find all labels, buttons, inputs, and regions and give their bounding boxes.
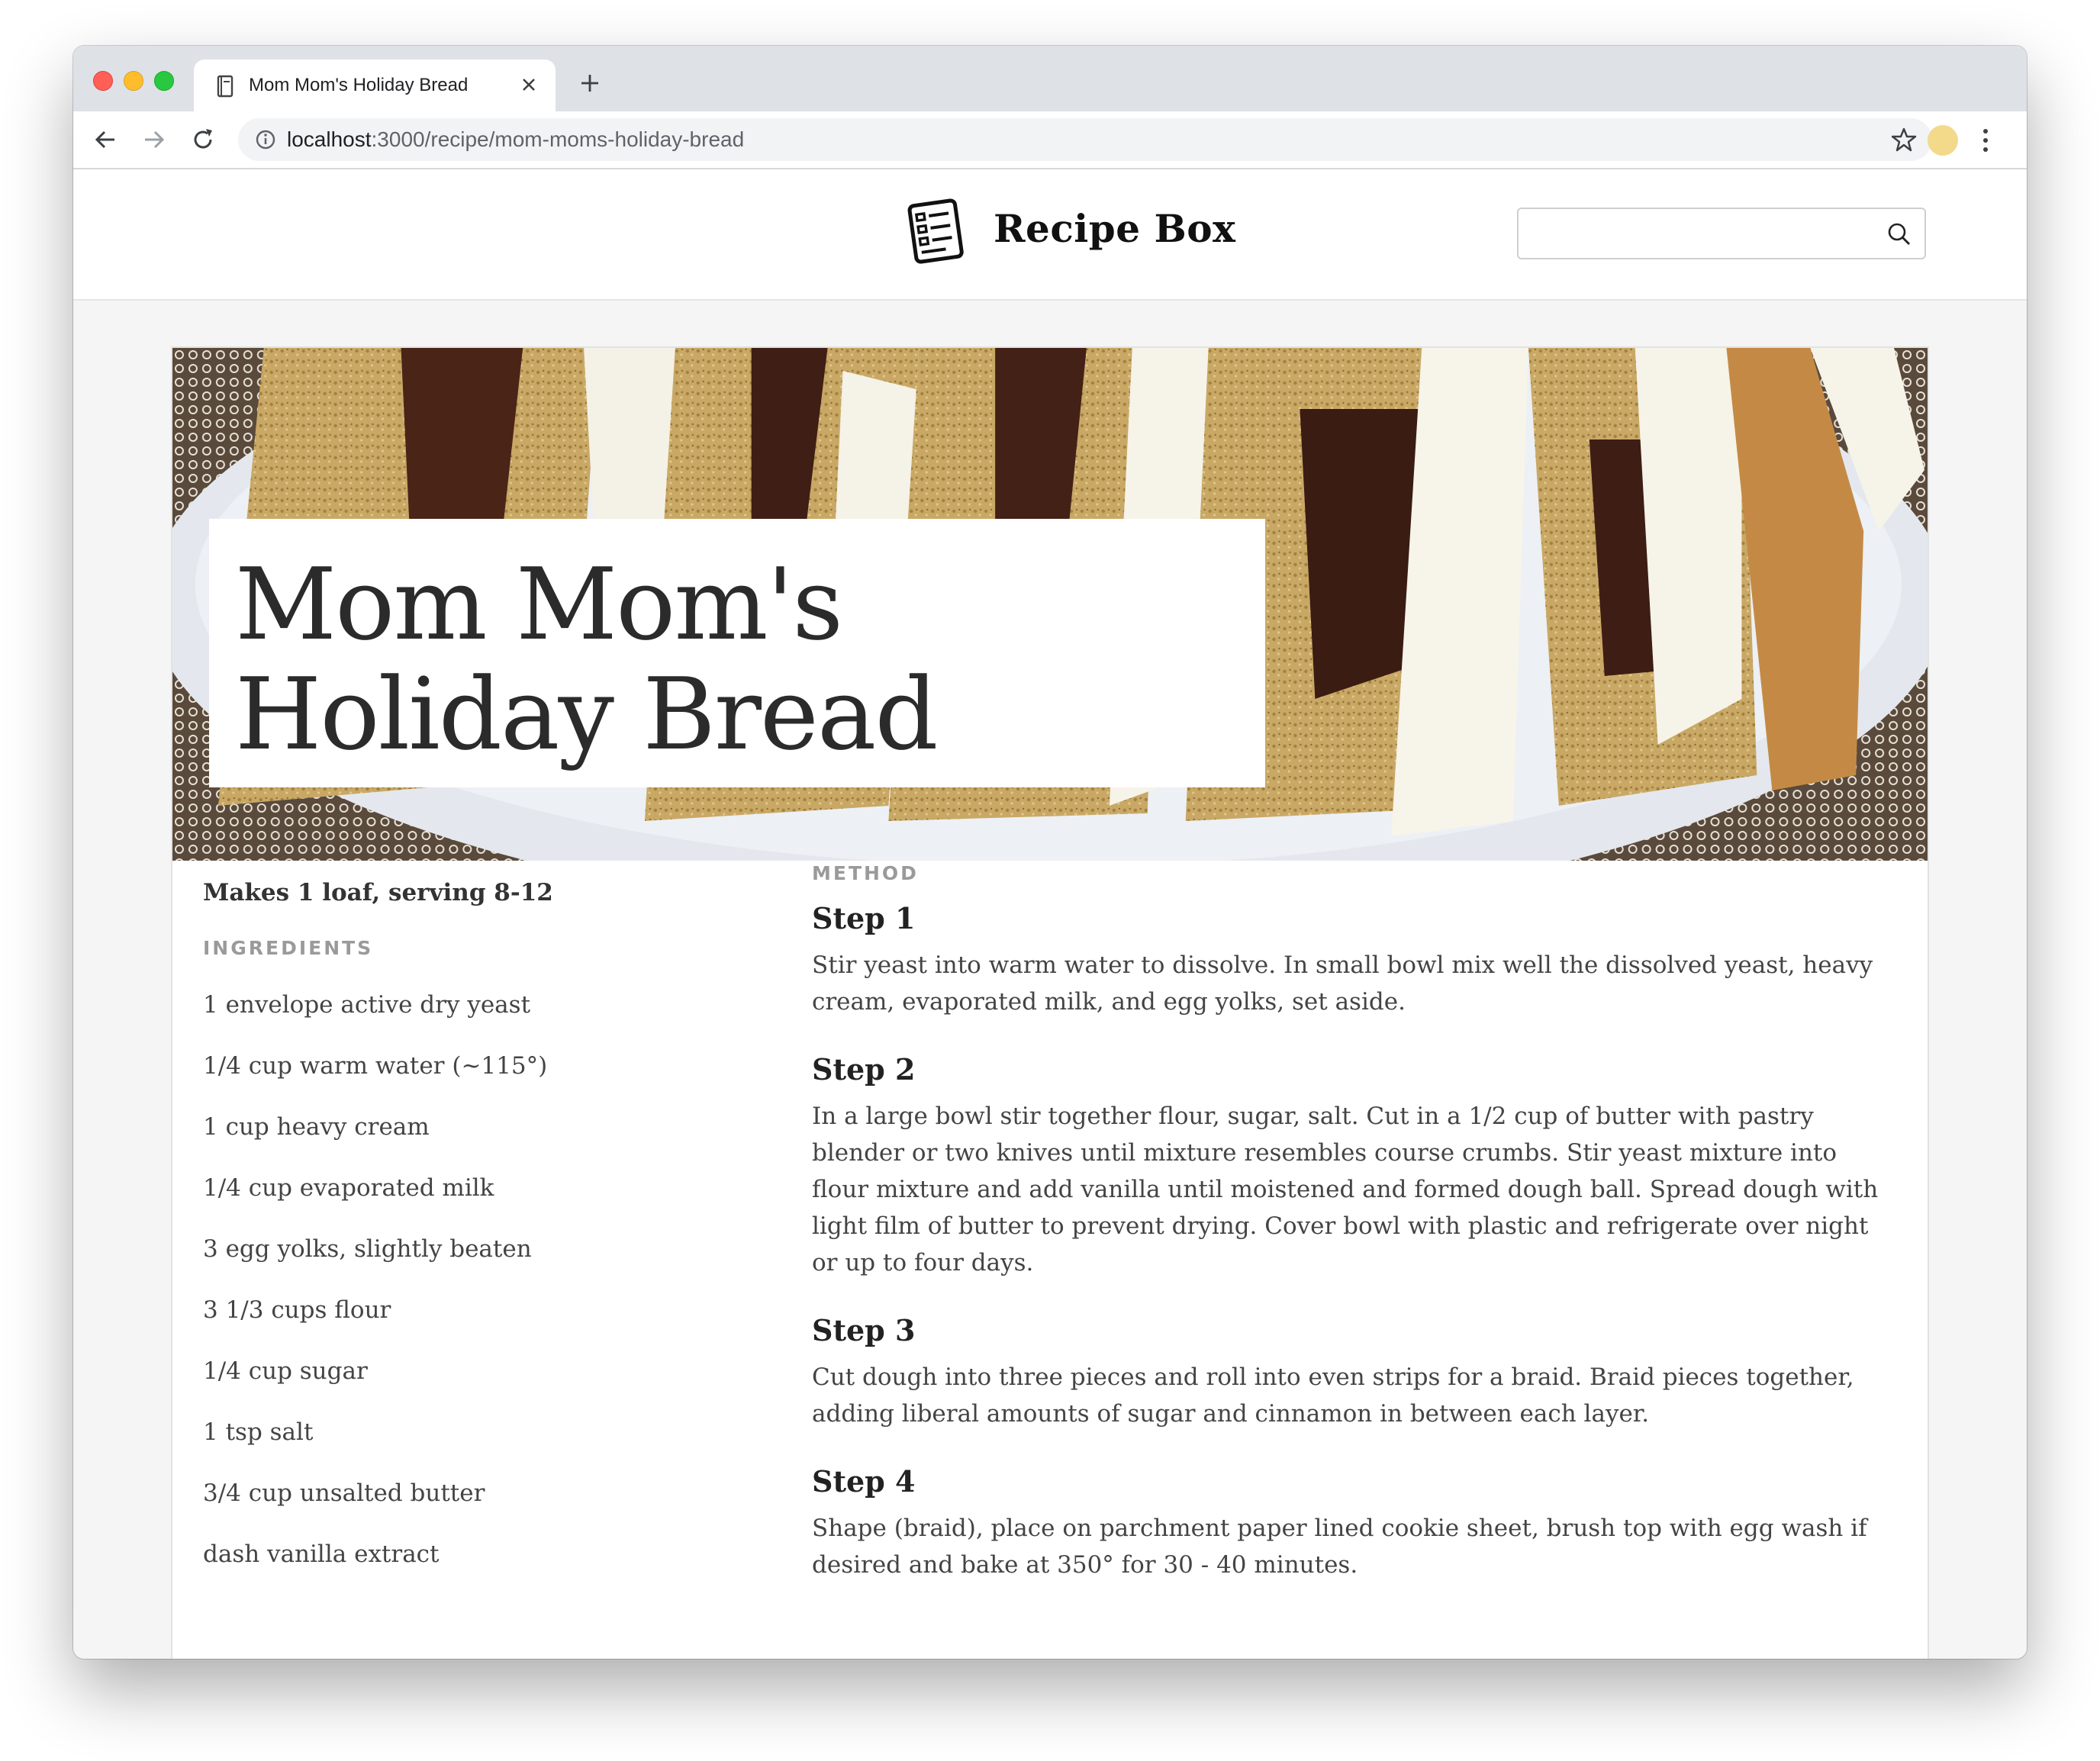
ingredient-item: 1 envelope active dry yeast xyxy=(203,991,531,1019)
step-text: Shape (braid), place on parchment paper … xyxy=(812,1515,1867,1579)
step-title: Step 1 xyxy=(812,901,916,935)
tab-title: Mom Mom's Holiday Bread xyxy=(249,75,469,95)
ingredients-list: 1 envelope active dry yeast 1/4 cup warm… xyxy=(203,974,752,1585)
url-host: localhost xyxy=(287,127,372,151)
search-input[interactable] xyxy=(1528,217,1866,252)
page-viewport: Recipe Box Mom Mom's Holiday Bread Makes… xyxy=(73,169,2027,1659)
yield-text: Makes 1 loaf, serving 8-12 xyxy=(203,879,553,906)
reload-icon[interactable] xyxy=(189,126,217,153)
ingredients-column: Makes 1 loaf, serving 8-12 INGREDIENTS 1… xyxy=(203,879,752,1585)
ingredient-item: 1 cup heavy cream xyxy=(203,1113,430,1141)
step-title: Step 2 xyxy=(812,1052,916,1087)
ingredient-item: 3 1/3 cups flour xyxy=(203,1296,391,1324)
ingredient-item: 1/4 cup warm water (~115°) xyxy=(203,1052,548,1080)
ingredients-heading: INGREDIENTS xyxy=(203,937,374,959)
info-icon[interactable] xyxy=(255,129,276,150)
maximize-window-button[interactable] xyxy=(154,71,174,91)
tab-active[interactable]: Mom Mom's Holiday Bread xyxy=(194,60,556,111)
recipe-title: Mom Mom's Holiday Bread xyxy=(235,546,939,772)
step-text: Cut dough into three pieces and roll int… xyxy=(812,1363,1854,1428)
tab-strip: Mom Mom's Holiday Bread xyxy=(73,46,2027,111)
url-path: :3000/recipe/mom-moms-holiday-bread xyxy=(371,127,745,151)
browser-toolbar: localhost:3000/recipe/mom-moms-holiday-b… xyxy=(73,111,2027,169)
url-text: localhost:3000/recipe/mom-moms-holiday-b… xyxy=(287,127,744,152)
method-column: METHOD Step 1 Stir yeast into warm water… xyxy=(812,862,1880,1605)
back-arrow-icon[interactable] xyxy=(92,126,119,153)
ingredient-item: 1/4 cup sugar xyxy=(203,1357,368,1385)
forward-arrow-icon[interactable] xyxy=(140,126,168,153)
step-text: Stir yeast into warm water to dissolve. … xyxy=(812,951,1873,1016)
ingredient-item: 3/4 cup unsalted butter xyxy=(203,1479,485,1507)
close-window-button[interactable] xyxy=(93,71,113,91)
title-panel: Mom Mom's Holiday Bread xyxy=(209,519,1265,787)
ingredient-item: dash vanilla extract xyxy=(203,1540,440,1568)
minimize-window-button[interactable] xyxy=(124,71,143,91)
ingredient-item: 1 tsp salt xyxy=(203,1418,314,1446)
step-text: In a large bowl stir together flour, sug… xyxy=(812,1103,1879,1276)
new-tab-icon[interactable] xyxy=(577,70,603,96)
browser-window: Mom Mom's Holiday Bread localhost:3000/r… xyxy=(73,46,2027,1659)
ingredient-item: 1/4 cup evaporated milk xyxy=(203,1174,494,1202)
profile-avatar[interactable] xyxy=(1928,125,1958,156)
notebook-icon xyxy=(217,75,234,98)
search-icon[interactable] xyxy=(1886,221,1912,247)
address-bar[interactable]: localhost:3000/recipe/mom-moms-holiday-b… xyxy=(238,118,1932,161)
recipe-list-icon[interactable] xyxy=(903,195,968,266)
recipe-card: Mom Mom's Holiday Bread Makes 1 loaf, se… xyxy=(171,346,1929,1659)
step-title: Step 3 xyxy=(812,1313,916,1347)
site-title[interactable]: Recipe Box xyxy=(994,206,1235,251)
site-header: Recipe Box xyxy=(73,169,2027,301)
bookmark-star-icon[interactable] xyxy=(1891,127,1917,153)
more-vertical-icon[interactable] xyxy=(1978,125,1993,156)
method-heading: METHOD xyxy=(812,862,919,884)
search-box xyxy=(1517,208,1926,259)
close-icon[interactable] xyxy=(516,72,542,98)
ingredient-item: 3 egg yolks, slightly beaten xyxy=(203,1235,532,1263)
step-title: Step 4 xyxy=(812,1464,916,1499)
